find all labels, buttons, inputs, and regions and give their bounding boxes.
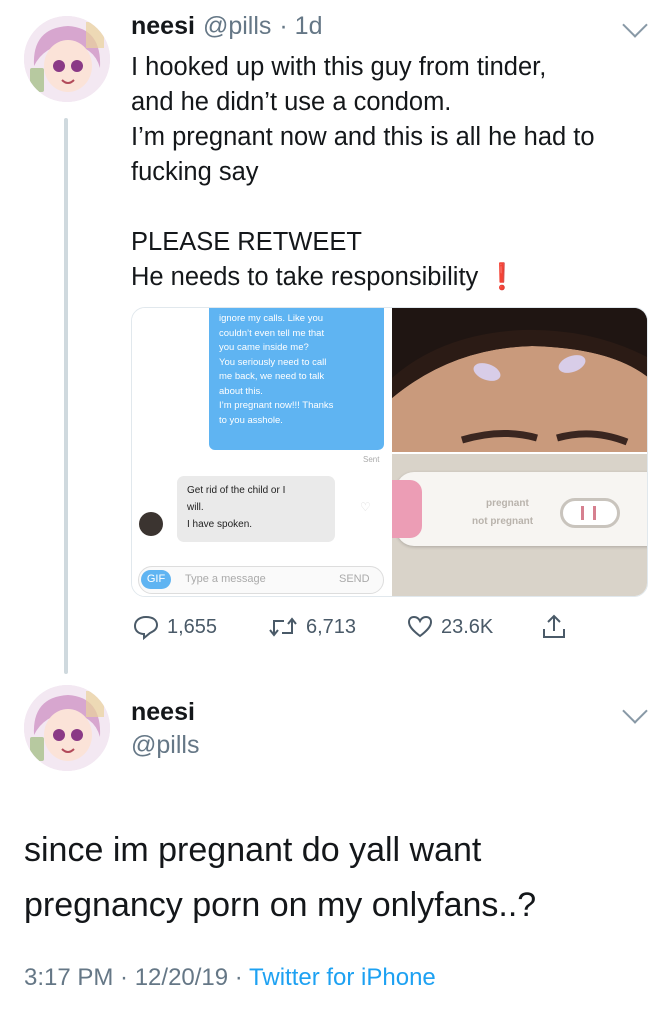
- author-name[interactable]: neesi: [131, 698, 195, 727]
- pregnant-label: pregnant: [486, 498, 529, 509]
- sender-avatar: [139, 512, 163, 536]
- heart-icon: [407, 615, 433, 638]
- tweet-text-line: PLEASE RETWEET: [131, 228, 362, 256]
- retweet-icon: [269, 617, 297, 637]
- photo-forehead[interactable]: [392, 308, 647, 452]
- share-icon: [543, 614, 565, 638]
- reply-icon: [133, 615, 159, 640]
- thread-line: [64, 118, 68, 674]
- retweet-button[interactable]: 6,713: [268, 614, 356, 640]
- like-button[interactable]: 23.6K: [407, 614, 493, 640]
- tweet-text: I hooked up with this guy from tinder, a…: [131, 53, 595, 186]
- tweet-source-link[interactable]: Twitter for iPhone: [249, 964, 436, 991]
- message-input-bar[interactable]: GIF Type a message SEND: [138, 566, 384, 594]
- test-pink-cap: [392, 480, 422, 538]
- tweet-time[interactable]: · 1d: [279, 12, 322, 41]
- media-grid[interactable]: ignore my calls. Like you couldn’t even …: [131, 307, 648, 597]
- chevron-down-icon[interactable]: [622, 12, 648, 38]
- avatar[interactable]: [24, 685, 110, 771]
- received-message: Get rid of the child or I will. I have s…: [177, 476, 335, 542]
- author-handle[interactable]: @pills: [203, 12, 271, 41]
- gif-button[interactable]: GIF: [141, 570, 171, 589]
- like-count: 23.6K: [441, 615, 494, 638]
- exclamation-icon: ❗: [486, 263, 519, 291]
- heart-icon: ♡: [360, 500, 371, 514]
- not-pregnant-label: not pregnant: [472, 516, 534, 527]
- avatar[interactable]: [24, 16, 110, 102]
- share-button[interactable]: [541, 614, 567, 640]
- avatar-image: [24, 16, 110, 102]
- forehead-image: [392, 308, 647, 452]
- sent-message: ignore my calls. Like you couldn’t even …: [209, 308, 384, 450]
- sent-status: Sent: [363, 455, 380, 464]
- tweet-text: since im pregnant do yall want pregnancy…: [24, 831, 537, 924]
- chat-screenshot[interactable]: ignore my calls. Like you couldn’t even …: [132, 308, 390, 596]
- test-window: [560, 498, 620, 528]
- retweet-count: 6,713: [306, 615, 357, 638]
- reply-count: 1,655: [167, 615, 218, 638]
- reply-button[interactable]: 1,655: [133, 614, 217, 640]
- tweet-timestamp[interactable]: 3:17 PM · 12/20/19 ·: [24, 964, 249, 991]
- send-button[interactable]: SEND: [339, 573, 370, 585]
- tweet-text-line: He needs to take responsibility: [131, 263, 479, 291]
- author-handle[interactable]: @pills: [131, 731, 199, 760]
- avatar-image: [24, 685, 110, 771]
- message-input[interactable]: Type a message: [185, 573, 266, 585]
- chevron-down-icon[interactable]: [622, 698, 648, 724]
- photo-pregnancy-test[interactable]: pregnant not pregnant: [392, 454, 647, 596]
- author-name[interactable]: neesi: [131, 12, 195, 41]
